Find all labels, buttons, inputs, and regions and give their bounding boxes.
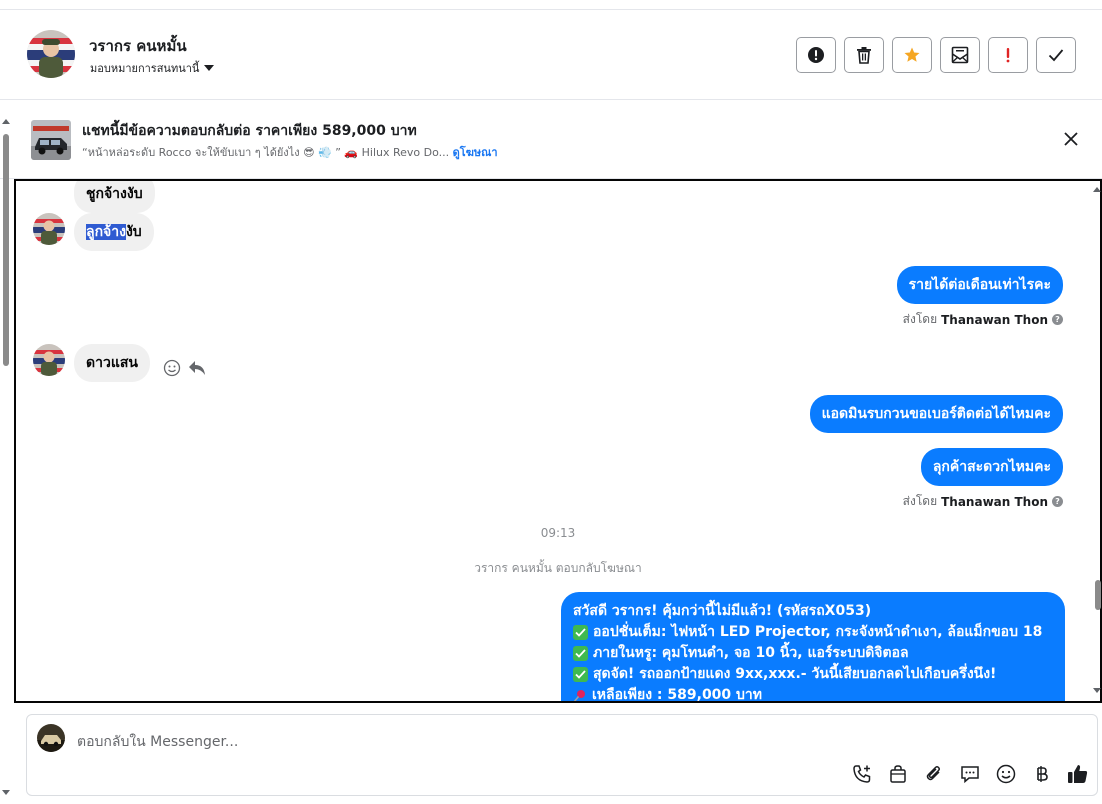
help-icon[interactable]: ? [1052,496,1063,507]
sent-by-label: ส่งโดย Thanawan Thon ? [903,492,1063,511]
incoming-message: ชูกจ้างงับ [74,181,155,213]
outgoing-ad-message: สวัสดี วรากร! คุ้มกว่านี้ไม่มีแล้ว! (รหั… [561,592,1065,703]
close-icon [1064,132,1078,146]
delete-button[interactable] [844,37,884,73]
check-box-icon [573,625,588,640]
outgoing-message: รายได้ต่อเดือนเท่าไรคะ [896,266,1063,304]
outgoing-message: แอดมินรบกวนขอเบอร์ติดต่อได้ไหมคะ [809,395,1063,433]
contact-name: วรากร คนหมั้น [89,37,187,55]
mark-unread-button[interactable] [940,37,980,73]
ad-thumbnail[interactable] [31,120,71,160]
payment-button[interactable] [1031,763,1053,785]
ad-message-line: สวัสดี วรากร! คุ้มกว่านี้ไม่มีแล้ว! (รหั… [573,603,872,619]
sent-by-prefix: ส่งโดย [902,312,938,326]
star-icon [904,47,920,62]
line-text: ภายในหรู: คุมโทนดำ, จอ 10 นิ้ว, แอร์ระบบ… [593,645,909,661]
message-thread[interactable]: ชูกจ้างงับ ลูกจ้างงับ รายได้ต่อเดือนเท่า… [14,179,1102,703]
checkmark-icon [1048,49,1064,62]
saved-replies-button[interactable] [959,763,981,785]
ad-message-line: เหลือเพียง : 589,000 บาท [573,685,1053,703]
report-icon [808,47,824,63]
trash-icon [857,47,871,64]
star-button[interactable] [892,37,932,73]
message-text: งับ [125,224,142,240]
ad-description: “หน้าหล่อระดับ Rocco จะให้ขับเบา ๆ ได้ยั… [82,146,450,159]
sent-by-label: ส่งโดย Thanawan Thon ? [903,310,1063,329]
conversation-header: วรากร คนหมั้น มอบหมายการสนทนานี้ [0,10,1102,100]
phone-plus-icon [853,765,871,783]
contact-avatar[interactable] [27,30,75,78]
pushpin-icon [573,689,585,701]
incoming-message-selected: ลูกจ้างงับ [74,213,154,251]
ad-description-row: “หน้าหล่อระดับ Rocco จะให้ขับเบา ๆ ได้ยั… [82,143,498,161]
follow-up-button[interactable] [988,37,1028,73]
close-banner-button[interactable] [1062,130,1080,148]
sent-by-name: Thanawan Thon [941,312,1048,327]
incoming-message: ดาวแสน [74,344,150,382]
ad-message-line: สุดจัด! รถออกป้ายแดง 9xx,xxx.- วันนี้เสี… [573,664,1053,685]
line-text: เหลือเพียง : 589,000 บาท [592,687,763,703]
reply-composer: ตอบกลับใน Messenger... [26,714,1098,796]
shop-button[interactable] [887,763,909,785]
ad-title: แชทนี้มีข้อความตอบกลับต่อ ราคาเพียง 589,… [82,123,417,139]
smiley-icon [996,764,1016,784]
assign-conversation-dropdown[interactable]: มอบหมายการสนทนานี้ [90,59,215,77]
outgoing-message: ลุกค้าสะดวกไหมคะ [920,448,1063,486]
contact-avatar-small [33,344,65,376]
help-icon[interactable]: ? [1052,314,1063,325]
selected-text: ลูกจ้าง [86,224,126,240]
contact-avatar-small [33,213,65,245]
chat-bubble-icon [961,766,979,784]
call-button[interactable] [851,763,873,785]
composer-toolbar [851,763,1089,785]
line-text: สุดจัด! รถออกป้ายแดง 9xx,xxx.- วันนี้เสี… [593,666,997,682]
sent-by-prefix: ส่งโดย [902,494,938,508]
paperclip-icon [926,766,940,781]
check-box-icon [573,646,588,661]
assign-label: มอบหมายการสนทนานี้ [90,62,200,75]
header-actions [796,37,1076,73]
attach-button[interactable] [923,763,945,785]
ad-message-line: ออปชั่นเต็ม: ไฟหน้า LED Projector, กระจั… [573,622,1053,643]
react-emoji-icon[interactable] [163,359,181,377]
line-text: ออปชั่นเต็ม: ไฟหน้า LED Projector, กระจั… [593,624,1043,640]
mark-unread-icon [951,46,969,64]
message-timestamp: 09:13 [540,526,576,540]
follow-up-icon [1006,48,1010,63]
reply-input[interactable]: ตอบกลับใน Messenger... [77,731,238,753]
shopping-bag-icon [890,765,906,783]
page-avatar [37,724,65,752]
view-ad-link[interactable]: ดูโฆษณา [453,146,498,159]
check-box-icon [573,667,588,682]
like-button[interactable] [1067,763,1089,785]
reply-icon[interactable] [188,360,206,376]
caret-down-icon [204,65,215,71]
mark-done-button[interactable] [1036,37,1076,73]
sent-by-name: Thanawan Thon [941,494,1048,509]
ad-context-banner: แชทนี้มีข้อความตอบกลับต่อ ราคาเพียง 589,… [0,100,1102,179]
ad-reply-note: วรากร คนหมั้น ตอบกลับโฆษณา [474,561,642,575]
thread-scrollbar[interactable] [1090,180,1102,702]
emoji-button[interactable] [995,763,1017,785]
thumbs-up-icon [1068,765,1088,783]
page-scrollbar[interactable] [0,118,12,804]
ad-message-line: ภายในหรู: คุมโทนดำ, จอ 10 นิ้ว, แอร์ระบบ… [573,643,1053,664]
report-button[interactable] [796,37,836,73]
baht-icon [1037,766,1048,782]
